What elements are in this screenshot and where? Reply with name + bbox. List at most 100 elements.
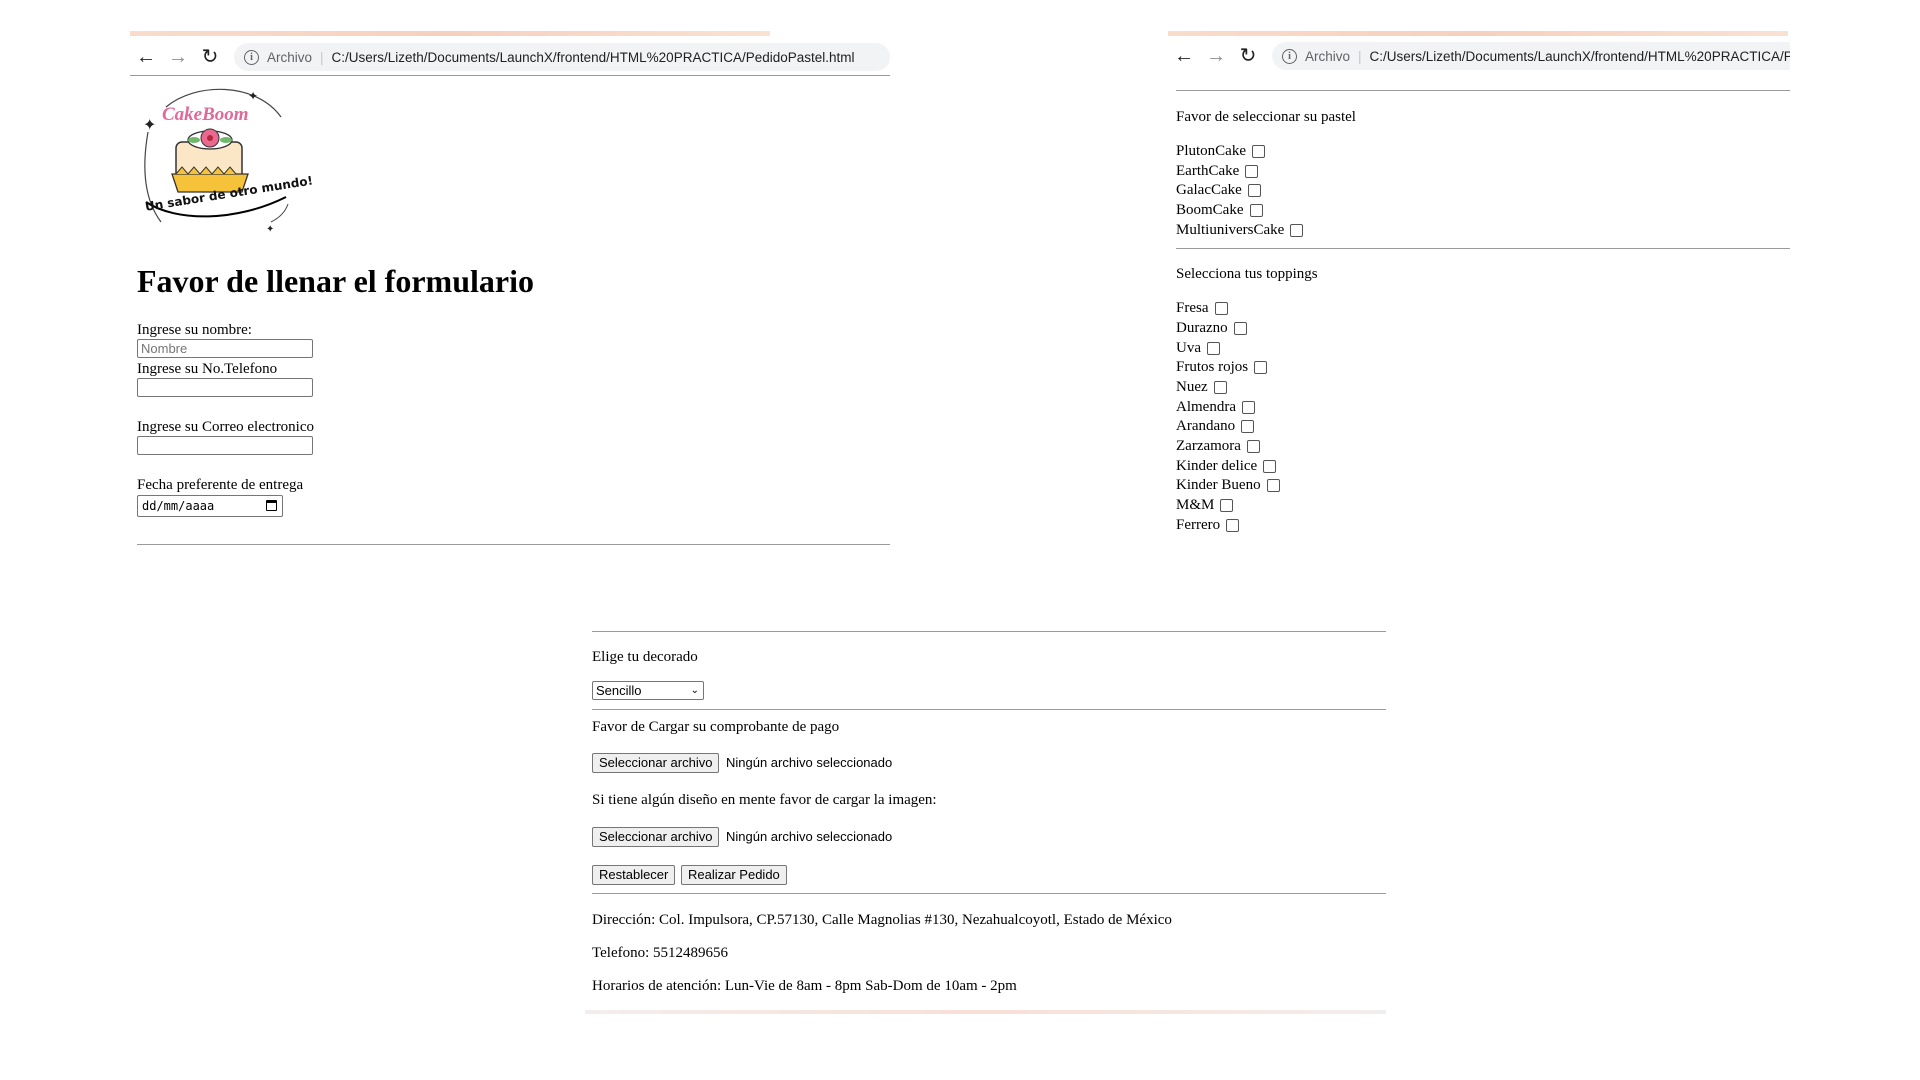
date-placeholder: dd/mm/aaaa — [142, 499, 215, 513]
address-bar-right: ← → ↻ i Archivo | C:/Users/Lizeth/Docume… — [1168, 39, 1790, 73]
cake-option[interactable]: MultiuniversCake — [1176, 221, 1304, 239]
decor-label: Elige tu decorado — [592, 649, 698, 665]
topping-option[interactable]: Frutos rojos — [1176, 358, 1268, 376]
payment-file-button[interactable]: Seleccionar archivo — [592, 753, 720, 773]
tab-strip-edge — [1168, 31, 1788, 36]
payment-file-status: Ningún archivo seleccionado — [726, 755, 893, 770]
tab-strip-edge — [130, 31, 770, 36]
topping-checkbox[interactable] — [1226, 518, 1240, 532]
info-icon[interactable]: i — [244, 49, 259, 65]
topping-checkbox[interactable] — [1254, 360, 1268, 374]
back-arrow-icon[interactable]: ← — [1168, 39, 1200, 73]
topping-option-label: Zarzamora — [1176, 438, 1241, 454]
email-label: Ingrese su Correo electronico — [137, 419, 315, 435]
topping-checkbox[interactable] — [1263, 459, 1277, 473]
screenshot-collage: ← → ↻ i Archivo | C:/Users/Lizeth/Docume… — [0, 0, 1920, 1080]
topping-option-label: Ferrero — [1176, 517, 1221, 533]
reload-icon[interactable]: ↻ — [194, 40, 226, 74]
name-input[interactable] — [137, 339, 313, 358]
cake-option-label: GalacCake — [1176, 182, 1242, 198]
cake-checkbox[interactable] — [1290, 223, 1304, 237]
topping-option-label: Arandano — [1176, 418, 1236, 434]
topping-option[interactable]: Durazno — [1176, 319, 1247, 337]
url-text-right: C:/Users/Lizeth/Documents/LaunchX/fronte… — [1369, 48, 1790, 64]
decor-select[interactable]: Sencillo ⌄ — [592, 681, 704, 700]
topping-option[interactable]: Ferrero — [1176, 516, 1240, 534]
cake-checkbox[interactable] — [1249, 203, 1263, 217]
reset-button[interactable]: Restablecer — [592, 865, 676, 885]
url-field-left[interactable]: i Archivo | C:/Users/Lizeth/Documents/La… — [234, 43, 890, 71]
info-icon[interactable]: i — [1282, 48, 1297, 64]
forward-arrow-icon[interactable]: → — [162, 40, 194, 74]
calendar-icon[interactable] — [266, 500, 277, 511]
divider — [137, 544, 890, 545]
divider — [592, 631, 1386, 632]
footer-phone: Telefono: 5512489656 — [592, 945, 729, 961]
email-input[interactable] — [137, 436, 313, 455]
decor-selected-value: Sencillo — [596, 683, 642, 698]
topping-checkbox[interactable] — [1214, 301, 1228, 315]
cake-checkbox[interactable] — [1245, 164, 1259, 178]
chevron-down-icon: ⌄ — [690, 685, 699, 696]
topping-checkbox[interactable] — [1213, 380, 1227, 394]
topping-option[interactable]: Nuez — [1176, 378, 1227, 396]
cake-option[interactable]: BoomCake — [1176, 201, 1263, 219]
address-bar-left: ← → ↻ i Archivo | C:/Users/Lizeth/Docume… — [130, 40, 890, 74]
svg-text:✦: ✦ — [248, 89, 258, 103]
back-arrow-icon[interactable]: ← — [130, 40, 162, 74]
cake-option-label: PlutonCake — [1176, 143, 1246, 159]
footer-hours: Horarios de atención: Lun-Vie de 8am - 8… — [592, 978, 1017, 994]
topping-option-label: Nuez — [1176, 379, 1208, 395]
topping-option-label: Almendra — [1176, 399, 1236, 415]
svg-text:✦: ✦ — [266, 224, 274, 235]
design-file-button[interactable]: Seleccionar archivo — [592, 827, 720, 847]
topping-option-label: Kinder Bueno — [1176, 477, 1261, 493]
topping-option[interactable]: Kinder delice — [1176, 457, 1277, 475]
topping-checkbox[interactable] — [1207, 341, 1220, 355]
topping-checkbox[interactable] — [1241, 419, 1255, 433]
cake-option-label: BoomCake — [1176, 202, 1244, 218]
logo-brand-name: CakeBoom — [162, 104, 249, 125]
design-file-status: Ningún archivo seleccionado — [726, 829, 893, 844]
divider — [130, 75, 890, 76]
divider — [1176, 248, 1790, 249]
topping-checkbox[interactable] — [1220, 498, 1234, 512]
page-title: Favor de llenar el formulario — [137, 263, 534, 299]
phone-input[interactable] — [137, 378, 313, 397]
delivery-date-input[interactable]: dd/mm/aaaa — [137, 495, 283, 517]
forward-arrow-icon[interactable]: → — [1200, 39, 1232, 73]
cake-option[interactable]: PlutonCake — [1176, 142, 1265, 160]
topping-option-label: Fresa — [1176, 300, 1209, 316]
cake-checkbox[interactable] — [1252, 144, 1265, 158]
url-separator: | — [1358, 48, 1362, 64]
topping-option[interactable]: Uva — [1176, 339, 1220, 357]
phone-label: Ingrese su No.Telefono — [137, 361, 278, 377]
topping-option[interactable]: Arandano — [1176, 417, 1255, 435]
topping-option-label: Kinder delice — [1176, 458, 1258, 474]
topping-checkbox[interactable] — [1266, 478, 1280, 492]
topping-option[interactable]: M&M — [1176, 496, 1234, 514]
topping-option[interactable]: Kinder Bueno — [1176, 476, 1280, 494]
divider — [1176, 90, 1790, 91]
topping-checkbox[interactable] — [1241, 400, 1255, 414]
cake-checkbox[interactable] — [1247, 183, 1261, 197]
cake-option[interactable]: EarthCake — [1176, 162, 1259, 180]
cakeboom-logo: ✦ ✦ ✦ CakeBoom Un sabor de otro mundo! — [136, 82, 314, 237]
topping-option[interactable]: Zarzamora — [1176, 437, 1260, 455]
submit-order-button[interactable]: Realizar Pedido — [681, 865, 787, 885]
topping-checkbox[interactable] — [1246, 439, 1260, 453]
svg-text:✦: ✦ — [143, 117, 156, 134]
topping-option-label: Durazno — [1176, 320, 1228, 336]
cake-option[interactable]: GalacCake — [1176, 181, 1261, 199]
toppings-section-label: Selecciona tus toppings — [1176, 266, 1318, 282]
topping-checkbox[interactable] — [1233, 321, 1247, 335]
archivo-label: Archivo — [267, 49, 313, 65]
archivo-label: Archivo — [1305, 48, 1351, 64]
url-text-left: C:/Users/Lizeth/Documents/LaunchX/fronte… — [331, 49, 855, 65]
topping-option[interactable]: Almendra — [1176, 398, 1255, 416]
topping-option-label: Uva — [1176, 340, 1201, 356]
url-field-right[interactable]: i Archivo | C:/Users/Lizeth/Documents/La… — [1272, 42, 1790, 70]
date-label: Fecha preferente de entrega — [137, 477, 304, 493]
reload-icon[interactable]: ↻ — [1232, 39, 1264, 73]
topping-option[interactable]: Fresa — [1176, 299, 1228, 317]
